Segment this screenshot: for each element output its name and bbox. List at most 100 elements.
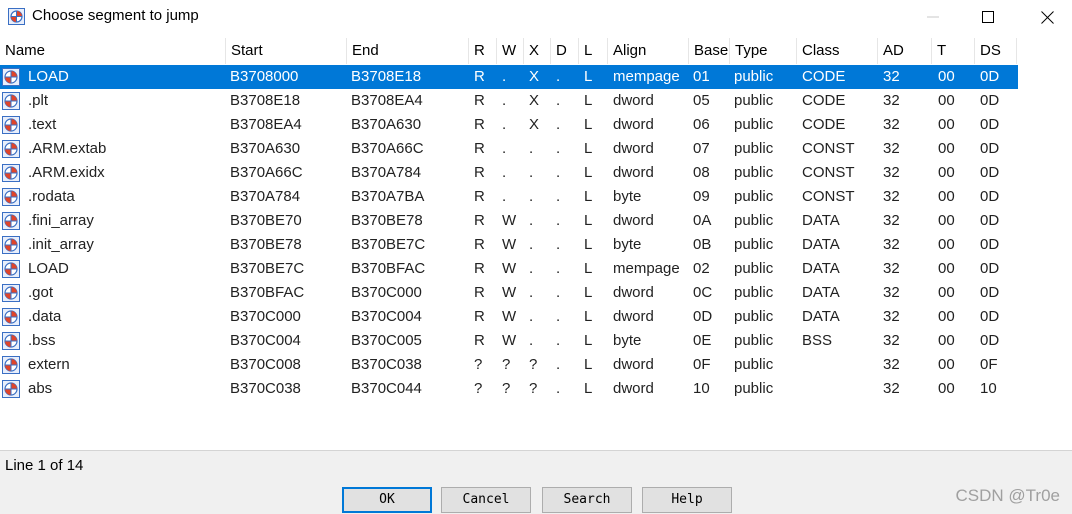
cell-class: DATA bbox=[802, 260, 840, 277]
segment-row[interactable]: .init_array B370BE78 B370BE7C R W.. Lbyte 0B pu… bbox=[0, 233, 1018, 257]
cell-type: public bbox=[734, 284, 774, 301]
column-header-name[interactable]: Name bbox=[0, 38, 226, 64]
cell-ad: 32 bbox=[883, 260, 900, 277]
segment-row[interactable]: .ARM.extab B370A630 B370A66C R... Ldword 07 pu… bbox=[0, 137, 1018, 161]
cell-x: . bbox=[529, 308, 534, 325]
cell-t: 00 bbox=[938, 164, 955, 181]
column-header-l[interactable]: L bbox=[579, 38, 608, 64]
search-button[interactable]: Search bbox=[542, 487, 632, 513]
segment-row[interactable]: .fini_array B370BE70 B370BE78 R W.. Ldword 0A p… bbox=[0, 209, 1018, 233]
column-header-d[interactable]: D bbox=[551, 38, 579, 64]
cell-base: 0C bbox=[693, 284, 713, 301]
segment-row[interactable]: LOAD B370BE7C B370BFAC R W.. Lmempage 02 public… bbox=[0, 257, 1018, 281]
cell-t: 00 bbox=[938, 68, 955, 85]
cell-type: public bbox=[734, 260, 774, 277]
column-header-end[interactable]: End bbox=[347, 38, 469, 64]
maximize-button[interactable] bbox=[965, 0, 1011, 34]
minimize-button[interactable] bbox=[910, 0, 956, 34]
cell-l: L bbox=[584, 380, 593, 397]
segment-row[interactable]: .rodata B370A784 B370A7BA R... Lbyte 09 public… bbox=[0, 185, 1018, 209]
segment-row[interactable]: .got B370BFAC B370C000 R W.. Ldword 0C public DA… bbox=[0, 281, 1018, 305]
watermark: CSDN @Tr0e bbox=[955, 486, 1060, 505]
cell-ad: 32 bbox=[883, 92, 900, 109]
segment-row[interactable]: .data B370C000 B370C004 R W.. Ldword 0D public D… bbox=[0, 305, 1018, 329]
segment-icon bbox=[2, 260, 20, 278]
cell-start: B370C038 bbox=[230, 380, 301, 397]
help-button[interactable]: Help bbox=[642, 487, 732, 513]
status-text: Line 1 of 14 bbox=[5, 457, 84, 474]
cell-w: . bbox=[502, 164, 507, 181]
cell-start: B370A784 bbox=[230, 188, 301, 205]
cell-w: W bbox=[502, 212, 517, 229]
cell-class: CODE bbox=[802, 116, 846, 133]
ok-button[interactable]: OK bbox=[342, 487, 432, 513]
cell-l: L bbox=[584, 92, 593, 109]
cell-l: L bbox=[584, 164, 593, 181]
cell-ds: 0F bbox=[980, 356, 998, 373]
close-icon bbox=[1040, 10, 1054, 24]
column-header-row: Name Start End R W X D L Align Base Type Class AD T DS bbox=[0, 38, 1072, 64]
cell-x: . bbox=[529, 260, 534, 277]
column-header-ds[interactable]: DS bbox=[975, 38, 1017, 64]
column-header-type[interactable]: Type bbox=[730, 38, 797, 64]
cell-align: byte bbox=[613, 332, 642, 349]
cell-ad: 32 bbox=[883, 236, 900, 253]
segment-list[interactable]: Name Start End R W X D L Align Base Type Class AD T DS… bbox=[0, 38, 1072, 448]
cell-name: .ARM.extab bbox=[28, 140, 107, 157]
column-header-x[interactable]: X bbox=[524, 38, 551, 64]
cell-t: 00 bbox=[938, 212, 955, 229]
column-header-class[interactable]: Class bbox=[797, 38, 878, 64]
column-header-align[interactable]: Align bbox=[608, 38, 689, 64]
cell-type: public bbox=[734, 164, 774, 181]
cancel-button[interactable]: Cancel bbox=[441, 487, 531, 513]
cell-l: L bbox=[584, 188, 593, 205]
cell-x: X bbox=[529, 116, 540, 133]
column-header-r[interactable]: R bbox=[469, 38, 497, 64]
cell-name: .fini_array bbox=[28, 212, 94, 229]
cell-t: 00 bbox=[938, 188, 955, 205]
column-header-base[interactable]: Base bbox=[689, 38, 730, 64]
cell-align: byte bbox=[613, 188, 642, 205]
cell-w: . bbox=[502, 188, 507, 205]
column-header-w[interactable]: W bbox=[497, 38, 524, 64]
cell-end: B370C000 bbox=[351, 284, 422, 301]
cell-base: 05 bbox=[693, 92, 710, 109]
cell-type: public bbox=[734, 308, 774, 325]
cell-ds: 0D bbox=[980, 188, 1000, 205]
cell-name: .plt bbox=[28, 92, 49, 109]
segment-row[interactable]: .text B3708EA4 B370A630 R. X. Ldword 06 public C… bbox=[0, 113, 1018, 137]
cell-name: .rodata bbox=[28, 188, 75, 205]
cell-w: . bbox=[502, 68, 507, 85]
column-header-t[interactable]: T bbox=[932, 38, 975, 64]
cell-class: CODE bbox=[802, 92, 846, 109]
segment-icon bbox=[2, 236, 20, 254]
segment-row[interactable]: .plt B3708E18 B3708EA4 R. X. Ldword 05 public CO… bbox=[0, 89, 1018, 113]
column-header-start[interactable]: Start bbox=[226, 38, 347, 64]
cell-x: . bbox=[529, 164, 534, 181]
close-button[interactable] bbox=[1024, 0, 1070, 34]
cell-type: public bbox=[734, 188, 774, 205]
segment-row[interactable]: LOAD B3708000 B3708E18 R. X. Lmempage 01 public… bbox=[0, 65, 1018, 89]
window-title: Choose segment to jump bbox=[32, 7, 199, 24]
cell-name: LOAD bbox=[28, 68, 69, 85]
cell-t: 00 bbox=[938, 356, 955, 373]
cell-end: B370A784 bbox=[351, 164, 422, 181]
cell-w: W bbox=[502, 284, 517, 301]
cell-w: ? bbox=[502, 380, 511, 397]
cell-start: B3708E18 bbox=[230, 92, 301, 109]
cell-name: abs bbox=[28, 380, 53, 397]
segment-icon bbox=[2, 92, 20, 110]
segment-row[interactable]: abs B370C038 B370C044???. Ldword 10 public 32 0… bbox=[0, 377, 1018, 401]
cell-end: B370C044 bbox=[351, 380, 422, 397]
segment-row[interactable]: .ARM.exidx B370A66C B370A784 R... Ldword 08 pu… bbox=[0, 161, 1018, 185]
cell-align: dword bbox=[613, 356, 654, 373]
cell-end: B370A66C bbox=[351, 140, 424, 157]
cell-l: L bbox=[584, 260, 593, 277]
segment-row[interactable]: .bss B370C004 B370C005 R W.. Lbyte 0E public BSS… bbox=[0, 329, 1018, 353]
segment-row[interactable]: extern B370C008 B370C038???. Ldword 0F public… bbox=[0, 353, 1018, 377]
cell-name: .got bbox=[28, 284, 54, 301]
cell-r: R bbox=[474, 188, 485, 205]
cell-ds: 0D bbox=[980, 164, 1000, 181]
column-header-ad[interactable]: AD bbox=[878, 38, 932, 64]
title-bar: Choose segment to jump bbox=[0, 0, 1072, 34]
